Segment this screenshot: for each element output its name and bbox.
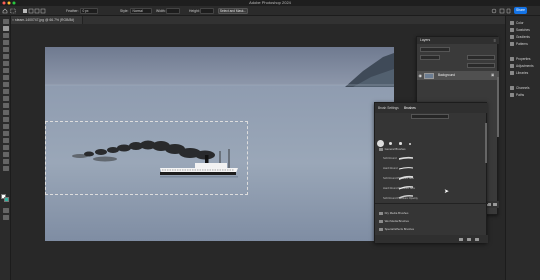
document-tab-title: steam-1400747.jpg @ 66.7% (RGB/8#) xyxy=(15,18,75,22)
hand-tool-icon[interactable] xyxy=(2,152,9,157)
properties-icon xyxy=(510,57,514,61)
paths-icon xyxy=(510,93,514,97)
layer-row-background[interactable]: ◉ Background ▣ xyxy=(417,71,499,80)
brush-folder-general[interactable]: General Brushes xyxy=(379,147,406,152)
brush-preset-small[interactable] xyxy=(399,142,402,145)
brush-stroke-previews xyxy=(399,156,413,199)
brush-folder-dry-media[interactable]: Dry Media Brushes xyxy=(379,211,408,216)
path-selection-tool-icon[interactable] xyxy=(2,138,9,143)
more-tools-icon[interactable] xyxy=(2,166,9,171)
gradients-icon xyxy=(510,35,514,39)
layers-panel-title: Layers xyxy=(420,38,431,42)
brush-tool-icon[interactable] xyxy=(2,75,9,80)
feather-label: Feather: xyxy=(66,8,79,13)
marquee-tool-icon[interactable] xyxy=(2,26,9,31)
blend-mode-select[interactable] xyxy=(420,55,440,60)
marquee-tool-icon[interactable] xyxy=(10,8,16,14)
pen-tool-icon[interactable] xyxy=(2,124,9,129)
folder-icon xyxy=(379,211,383,215)
background-color-swatch[interactable] xyxy=(4,197,9,202)
panel-menu-icon[interactable]: ≡ xyxy=(494,37,496,44)
swatches-icon xyxy=(510,28,514,32)
brush-folder-add-icon[interactable] xyxy=(459,237,463,241)
brush-soft-round[interactable]: Soft Round xyxy=(383,157,396,160)
trash-icon[interactable] xyxy=(475,237,479,241)
width-input[interactable] xyxy=(166,8,180,14)
lasso-tool-icon[interactable] xyxy=(2,33,9,38)
channels-icon xyxy=(510,86,514,90)
folder-icon xyxy=(379,219,383,223)
rectangular-selection[interactable] xyxy=(45,121,248,195)
dodge-tool-icon[interactable] xyxy=(2,117,9,122)
brushes-scrollbar[interactable] xyxy=(485,123,487,163)
select-and-mask-button[interactable]: Select and Mask... xyxy=(218,8,248,14)
eyedropper-tool-icon[interactable] xyxy=(2,61,9,66)
brush-hard-round[interactable]: Hard Round xyxy=(383,167,398,170)
layer-filter-select[interactable] xyxy=(420,47,450,52)
trash-icon[interactable] xyxy=(493,203,497,206)
crop-tool-icon[interactable] xyxy=(2,47,9,52)
tools-panel xyxy=(0,16,11,280)
frame-tool-icon[interactable] xyxy=(2,54,9,59)
document-tab[interactable]: × steam-1400747.jpg @ 66.7% (RGB/8#) xyxy=(11,16,83,24)
mouse-cursor-icon: ➤ xyxy=(444,189,450,195)
style-label: Style: xyxy=(120,8,129,13)
home-icon[interactable] xyxy=(2,8,8,14)
lock-icon[interactable]: ▣ xyxy=(491,71,494,80)
layers-scrollbar[interactable] xyxy=(497,77,499,137)
adjustments-icon xyxy=(510,64,514,68)
brush-folder-special-effects[interactable]: Special Effects Brushes xyxy=(379,227,414,232)
type-tool-icon[interactable] xyxy=(2,131,9,136)
tab-brush-settings[interactable]: Brush Settings xyxy=(378,105,399,112)
layers-panel-header[interactable]: Layers ≡ xyxy=(417,37,499,44)
brush-preset-hard[interactable] xyxy=(389,142,392,145)
move-tool-icon[interactable] xyxy=(2,19,9,24)
brush-preset-soft[interactable] xyxy=(377,140,384,147)
close-icon[interactable]: × xyxy=(12,16,14,24)
fill-field[interactable] xyxy=(467,63,495,68)
gradient-tool-icon[interactable] xyxy=(2,103,9,108)
new-brush-icon[interactable] xyxy=(467,237,471,241)
layer-thumbnail xyxy=(424,72,434,79)
patterns-icon xyxy=(510,42,514,46)
opacity-field[interactable] xyxy=(467,55,495,60)
clone-stamp-tool-icon[interactable] xyxy=(2,82,9,87)
history-brush-tool-icon[interactable] xyxy=(2,89,9,94)
layer-name: Background xyxy=(438,73,456,77)
zoom-tool-icon[interactable] xyxy=(2,159,9,164)
quick-mask-icon[interactable] xyxy=(2,208,9,213)
color-icon xyxy=(510,21,514,25)
width-label: Width: xyxy=(156,8,166,13)
libraries-icon xyxy=(510,71,514,75)
brush-preset-tiny[interactable] xyxy=(409,142,411,145)
style-select[interactable]: Normal xyxy=(130,8,152,14)
height-input[interactable] xyxy=(200,8,214,14)
brush-search-input[interactable] xyxy=(411,114,449,119)
visibility-eye-icon[interactable]: ◉ xyxy=(419,71,423,80)
rectangle-tool-icon[interactable] xyxy=(2,145,9,150)
share-button[interactable]: Share xyxy=(514,7,527,14)
options-right-icons[interactable] xyxy=(491,8,511,14)
blur-tool-icon[interactable] xyxy=(2,110,9,115)
folder-icon xyxy=(379,147,383,151)
options-bar: Feather: 0 px Style: Normal Width: Heigh… xyxy=(0,6,540,16)
window-controls[interactable] xyxy=(2,1,18,5)
height-label: Height: xyxy=(189,8,200,13)
tab-brushes[interactable]: Brushes xyxy=(404,105,416,112)
folder-icon xyxy=(379,227,383,231)
brush-folder-wet-media[interactable]: Wet Media Brushes xyxy=(379,219,409,224)
right-dock: Color Swatches Gradients Patterns Proper… xyxy=(505,16,540,280)
screen-mode-icon[interactable] xyxy=(2,215,9,220)
selection-mode-icons[interactable] xyxy=(22,8,46,14)
object-selection-tool-icon[interactable] xyxy=(2,40,9,45)
brushes-footer xyxy=(375,235,488,243)
divider xyxy=(375,203,488,204)
eraser-tool-icon[interactable] xyxy=(2,96,9,101)
feather-input[interactable]: 0 px xyxy=(80,8,98,14)
healing-brush-tool-icon[interactable] xyxy=(2,68,9,73)
brushes-panel: Brush Settings Brushes General Brushes S… xyxy=(374,102,488,243)
